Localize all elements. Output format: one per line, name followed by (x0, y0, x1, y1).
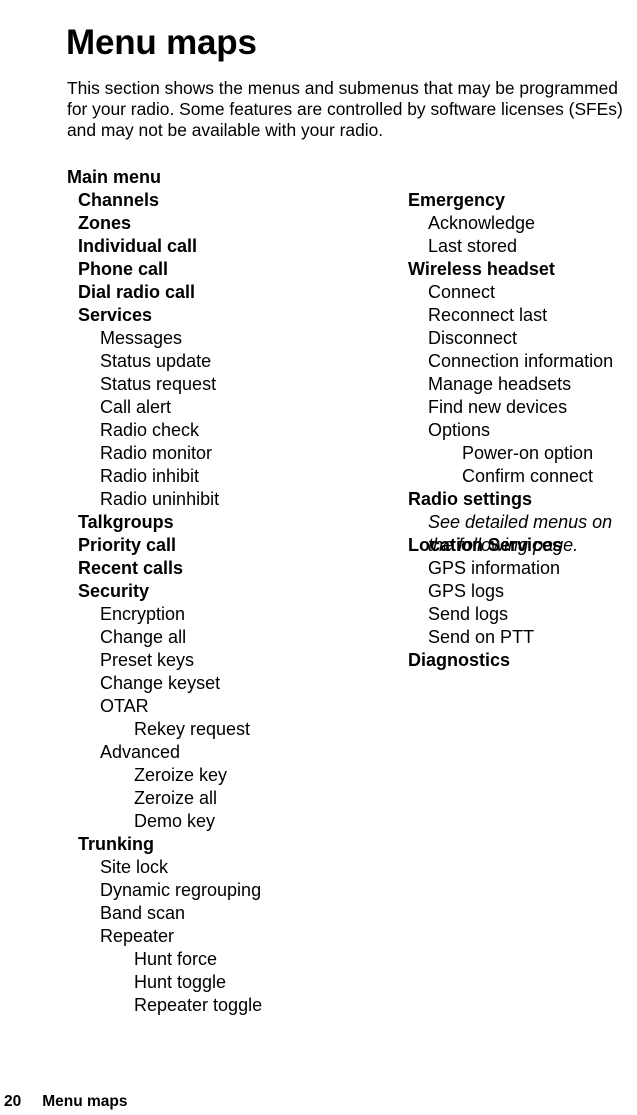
menu-entry: Advanced (100, 742, 181, 762)
menu-entry: Phone call (78, 259, 169, 279)
menu-column-right: Emergency Acknowledge Last stored Wireless … (408, 189, 637, 672)
menu-entry: Manage headsets (428, 374, 572, 394)
menu-entry: Security (78, 581, 150, 601)
menu-entry: Band scan (100, 903, 186, 923)
menu-entry: Diagnostics (408, 650, 511, 670)
menu-entry: Repeater (100, 926, 175, 946)
menu-entry: Radio uninhibit (100, 489, 220, 509)
page-title: Menu maps (66, 23, 257, 63)
menu-entry: Acknowledge (428, 213, 536, 233)
menu-entry: Status update (100, 351, 212, 371)
menu-column-left: Main menu Channels Zones Individual call Pho… (67, 166, 397, 1017)
menu-entry: Trunking (78, 834, 154, 854)
menu-entry: Send logs (428, 604, 509, 624)
menu-entry: Zeroize key (134, 765, 228, 785)
menu-entry: Talkgroups (78, 512, 174, 532)
menu-entry: Radio inhibit (100, 466, 200, 486)
menu-entry: Demo key (134, 811, 216, 831)
menu-entry: Repeater toggle (134, 995, 263, 1015)
menu-entry: Messages (100, 328, 183, 348)
menu-entry: Preset keys (100, 650, 195, 670)
menu-entry: Location Services (408, 535, 563, 555)
menu-entry: Find new devices (428, 397, 568, 417)
menu-entry: Change keyset (100, 673, 221, 693)
menu-entry: Disconnect (428, 328, 518, 348)
menu-entry: Zones (78, 213, 132, 233)
menu-entry: Wireless headset (408, 259, 555, 279)
menu-entry: Channels (78, 190, 160, 210)
page-footer: 20 Menu maps (4, 1092, 128, 1111)
menu-entry: Main menu (67, 167, 162, 187)
menu-entry: Rekey request (134, 719, 251, 739)
menu-entry: Connect (428, 282, 496, 302)
menu-note: See detailed menus on the following page… (428, 512, 613, 555)
menu-entry: Confirm connect (462, 466, 594, 486)
menu-entry: Dynamic regrouping (100, 880, 262, 900)
menu-entry: Send on PTT (428, 627, 535, 647)
menu-entry: Status request (100, 374, 217, 394)
menu-entry: OTAR (100, 696, 149, 716)
menu-entry: Change all (100, 627, 187, 647)
menu-entry: Radio settings (408, 489, 533, 509)
menu-entry: Hunt toggle (134, 972, 227, 992)
menu-entry: Connection information (428, 351, 614, 371)
menu-entry: Individual call (78, 236, 198, 256)
menu-entry: Reconnect last (428, 305, 548, 325)
menu-entry: Options (428, 420, 491, 440)
menu-entry: Radio monitor (100, 443, 213, 463)
menu-entry: Services (78, 305, 153, 325)
menu-entry: Site lock (100, 857, 169, 877)
menu-entry: GPS information (428, 558, 561, 578)
footer-page-number: 20 (4, 1093, 22, 1110)
intro-paragraph: This section shows the menus and submenu… (67, 78, 623, 140)
menu-entry: Zeroize all (134, 788, 218, 808)
menu-entry: Recent calls (78, 558, 184, 578)
menu-entry: Dial radio call (78, 282, 196, 302)
menu-entry: Last stored (428, 236, 518, 256)
footer-section-title: Menu maps (42, 1093, 128, 1110)
document-page: Menu maps This section shows the menus a… (0, 0, 637, 1115)
menu-entry: Encryption (100, 604, 186, 624)
menu-entry: Priority call (78, 535, 177, 555)
menu-entry: Call alert (100, 397, 172, 417)
menu-entry: GPS logs (428, 581, 505, 601)
menu-entry: Radio check (100, 420, 200, 440)
menu-entry: Power-on option (462, 443, 594, 463)
menu-entry: Emergency (408, 190, 506, 210)
menu-entry: Hunt force (134, 949, 218, 969)
